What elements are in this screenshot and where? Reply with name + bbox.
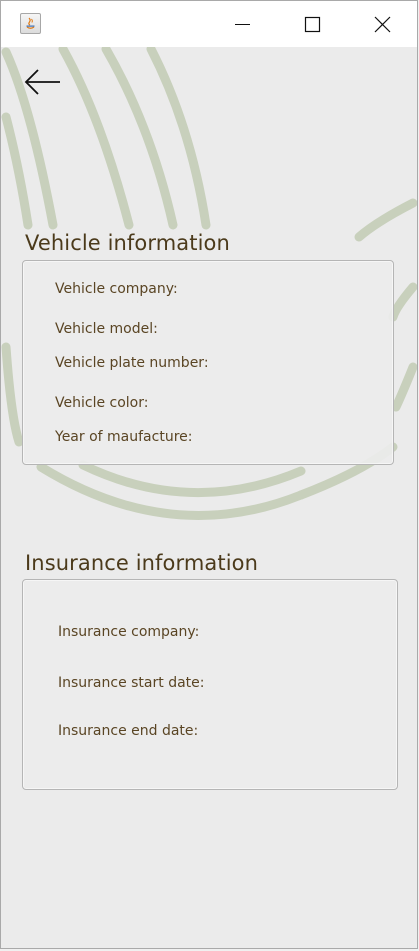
- minimize-icon: [235, 24, 250, 25]
- vehicle-info-title: Vehicle information: [25, 231, 230, 255]
- close-button[interactable]: [359, 1, 405, 47]
- minimize-button[interactable]: [220, 1, 266, 47]
- title-bar[interactable]: [1, 1, 417, 47]
- maximize-icon: [304, 16, 321, 33]
- java-app-icon[interactable]: [20, 13, 41, 34]
- vehicle-color-label: Vehicle color:: [55, 395, 149, 411]
- app-window: Vehicle information Vehicle company: Veh…: [0, 0, 418, 949]
- decorative-background-lines: [1, 47, 417, 520]
- vehicle-company-label: Vehicle company:: [55, 281, 178, 297]
- back-button[interactable]: [23, 67, 63, 97]
- maximize-button[interactable]: [289, 1, 335, 47]
- vehicle-model-label: Vehicle model:: [55, 321, 158, 337]
- insurance-start-date-label: Insurance start date:: [58, 675, 205, 691]
- main-content: Vehicle information Vehicle company: Veh…: [1, 47, 417, 948]
- insurance-company-label: Insurance company:: [58, 624, 200, 640]
- vehicle-plate-number-label: Vehicle plate number:: [55, 355, 209, 371]
- vehicle-info-panel: Vehicle company: Vehicle model: Vehicle …: [22, 260, 394, 465]
- insurance-info-title: Insurance information: [25, 551, 259, 575]
- insurance-info-panel: Insurance company: Insurance start date:…: [22, 579, 398, 790]
- year-of-manufacture-label: Year of maufacture:: [55, 429, 193, 445]
- insurance-end-date-label: Insurance end date:: [58, 723, 199, 739]
- arrow-left-icon: [24, 69, 60, 95]
- close-icon: [374, 16, 391, 33]
